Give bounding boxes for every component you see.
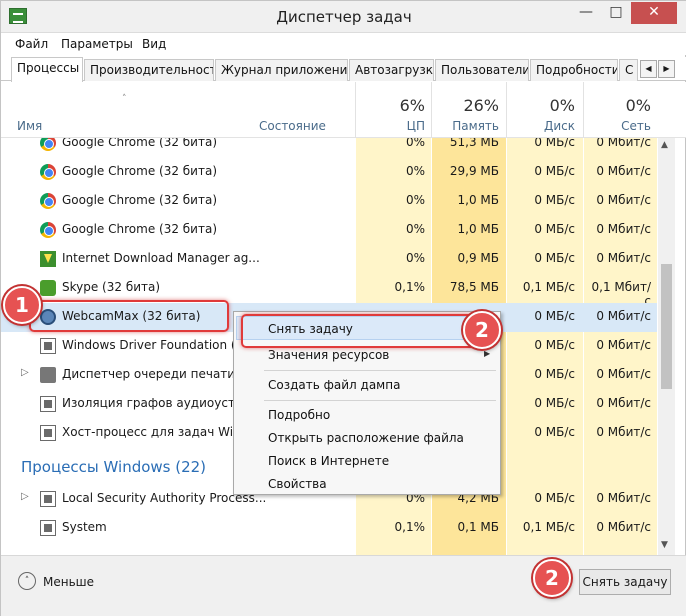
chrome-icon [40,222,56,238]
expand-icon[interactable]: ▷ [21,491,29,502]
service-icon [40,396,56,412]
tab-services[interactable]: С [619,59,638,81]
vertical-scrollbar[interactable]: ▲ ▼ [658,138,675,555]
download-manager-icon [40,251,56,267]
menu-resource-values[interactable]: Значения ресурсов [268,348,389,362]
printer-icon [40,367,56,383]
collapse-icon[interactable]: ˄ [18,572,36,590]
tab-details[interactable]: Подробности [530,59,618,81]
section-windows-processes[interactable]: Процессы Windows (22) [21,458,206,476]
minimize-button[interactable]: — [572,2,600,24]
tab-performance[interactable]: Производительность [84,59,214,81]
column-divider [506,82,507,138]
menu-view[interactable]: Вид [142,37,166,51]
tab-users[interactable]: Пользователи [435,59,529,81]
column-header: ˄ Имя Состояние 6% ЦП 26% Память 0% Диск… [1,82,686,138]
scroll-down-icon[interactable]: ▼ [661,540,668,550]
table-row[interactable]: Google Chrome (32 бита) 0% 51,3 МБ 0 МБ/… [1,138,657,158]
table-row[interactable]: System 0,1% 0,1 МБ 0,1 МБ/с 0 Мбит/с [1,514,657,543]
service-icon [40,338,56,354]
column-cpu[interactable]: ЦП [361,119,425,133]
highlight-end-task-menu [241,314,483,348]
end-task-button[interactable]: Снять задачу [579,569,671,595]
table-row[interactable]: Internet Download Manager ag... 0% 0,9 М… [1,245,657,274]
tab-startup[interactable]: Автозагрузка [349,59,434,81]
sort-arrow-icon: ˄ [122,94,127,104]
column-name[interactable]: Имя [17,119,42,133]
menu-create-dump[interactable]: Создать файл дампа [268,378,400,392]
scroll-up-icon[interactable]: ▲ [661,140,668,150]
tab-processes[interactable]: Процессы [11,57,83,82]
column-disk[interactable]: Диск [511,119,575,133]
task-manager-window: Диспетчер задач — □ ✕ Файл Параметры Вид… [0,0,686,616]
menu-properties[interactable]: Свойства [268,477,327,491]
expand-icon[interactable]: ▷ [21,367,29,378]
memory-total: 26% [463,96,499,115]
close-button[interactable]: ✕ [631,2,677,24]
menu-search-online[interactable]: Поиск в Интернете [268,454,389,468]
table-row[interactable]: Skype (32 бита) 0,1% 78,5 МБ 0,1 МБ/с 0,… [1,274,657,308]
tab-scroll-right[interactable]: ▶ [658,60,675,78]
column-divider [355,82,356,138]
menu-file[interactable]: Файл [15,37,48,51]
step-2-badge-footer: 2 [533,559,571,597]
maximize-button[interactable]: □ [602,2,630,24]
menu-bar: Файл Параметры Вид [1,33,686,55]
service-icon [40,520,56,536]
tab-bar: Процессы Производительность Журнал прило… [1,57,686,82]
menu-separator [264,400,496,401]
disk-total: 0% [549,96,575,115]
chrome-icon [40,193,56,209]
chrome-icon [40,138,56,151]
menu-options[interactable]: Параметры [61,37,133,51]
title-bar[interactable]: Диспетчер задач — □ ✕ [1,1,686,33]
step-1-badge: 1 [3,286,41,324]
fewer-details-link[interactable]: Меньше [43,575,94,589]
tab-app-history[interactable]: Журнал приложений [215,59,348,81]
skype-icon [40,280,56,296]
service-icon [40,425,56,441]
cpu-total: 6% [399,96,425,115]
column-network[interactable]: Сеть [589,119,651,133]
tab-scroll-left[interactable]: ◀ [640,60,657,78]
column-memory[interactable]: Память [437,119,499,133]
column-divider [431,82,432,138]
scrollbar-thumb[interactable] [661,264,672,389]
table-row[interactable]: Google Chrome (32 бита) 0% 1,0 МБ 0 МБ/с… [1,187,657,216]
menu-separator [264,370,496,371]
column-divider [583,82,584,138]
table-row[interactable]: Google Chrome (32 бита) 0% 29,9 МБ 0 МБ/… [1,158,657,187]
menu-details[interactable]: Подробно [268,408,330,422]
table-row[interactable]: Google Chrome (32 бита) 0% 1,0 МБ 0 МБ/с… [1,216,657,245]
submenu-arrow-icon: ▶ [484,349,491,358]
footer-bar: ˄ Меньше Снять задачу [1,555,686,616]
step-2-badge: 2 [463,311,501,349]
network-total: 0% [625,96,651,115]
highlight-webcammax [29,300,229,332]
chrome-icon [40,164,56,180]
column-status[interactable]: Состояние [259,119,326,133]
service-icon [40,491,56,507]
menu-open-file-location[interactable]: Открыть расположение файла [268,431,464,445]
